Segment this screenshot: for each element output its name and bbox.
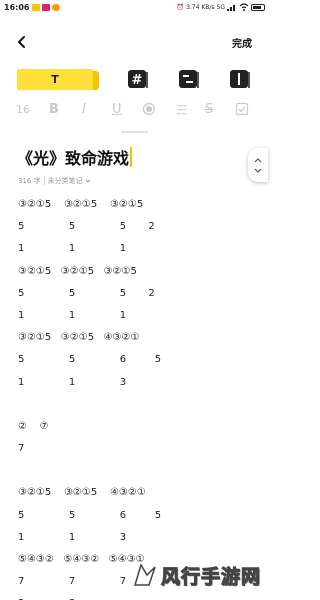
app-notification-icon [52, 3, 61, 11]
status-time: 16:06 [4, 2, 30, 12]
italic-button[interactable]: I [82, 100, 86, 118]
note-line: 1 1 3 [18, 531, 127, 543]
signal-icon [227, 5, 235, 11]
scroll-handle[interactable] [248, 148, 268, 182]
svg-text:#: # [132, 73, 143, 88]
meta-divider [43, 177, 45, 185]
note-title-text: 《光》致命游戏 [17, 149, 130, 168]
battery-icon [251, 3, 265, 11]
bullet-list-icon[interactable] [175, 100, 189, 118]
wifi-icon [239, 3, 249, 11]
heading-icon[interactable]: # [127, 69, 148, 89]
note-line: 1 1 1 [18, 309, 127, 321]
list-format-icon[interactable] [178, 69, 199, 89]
note-line: ③②①5 ③②①5 ④③②① [18, 487, 146, 499]
note-line: 5 5 5 2 [18, 221, 155, 233]
note-line: 1 1 1 [18, 243, 127, 255]
note-line: 7 [18, 443, 25, 455]
word-count: 316 字 [18, 177, 41, 185]
bold-button[interactable]: B [49, 100, 59, 118]
format-toolbar: 16 B I U S [0, 98, 269, 120]
network-label: 5G [216, 3, 225, 11]
alarm-icon: ⏰ [176, 3, 185, 11]
text-style-button[interactable]: T [17, 69, 99, 90]
note-meta: 316 字 未分类笔记 [18, 176, 91, 186]
note-line: 1 1 3 [18, 376, 127, 388]
chevron-up-icon[interactable] [254, 157, 262, 163]
done-button[interactable]: 完成 [232, 35, 252, 50]
app-notification-icon [42, 3, 51, 11]
category-selector[interactable]: 未分类笔记 [48, 176, 83, 186]
editor-toolbar: T # [0, 66, 269, 94]
note-line: 5 5 5 2 [18, 287, 155, 299]
note-title[interactable]: 《光》致命游戏 [17, 145, 133, 169]
note-line: ③②①5 ③②①5 ④③②① [18, 332, 140, 344]
note-line: 5 5 6 5 [18, 509, 162, 521]
note-line: 3 3 [18, 593, 258, 600]
status-bar: 16:06 ⏰ 3.74 KB/s 5G [0, 0, 269, 14]
text-color-icon[interactable] [142, 100, 156, 118]
note-line: ② ⑦ [18, 420, 49, 432]
note-line [18, 460, 258, 482]
underline-button[interactable]: U [112, 100, 122, 118]
back-arrow-icon[interactable] [14, 34, 30, 50]
chevron-down-icon[interactable] [254, 168, 262, 173]
note-body[interactable]: ③②①5 ③②①5 ③②①5 5 5 5 2 1 1 1 ③②①5 ③②①5 ③②①5… [18, 194, 258, 600]
text-cursor [130, 147, 133, 167]
nav-bar: 完成 [0, 30, 269, 54]
font-size-button[interactable]: 16 [16, 100, 30, 118]
note-line: ③②①5 ③②①5 ③②①5 [18, 199, 144, 210]
text-style-label: T [17, 69, 93, 90]
app-notification-icon [32, 3, 41, 11]
watermark-logo-icon [133, 563, 156, 586]
note-line: 5 5 6 5 [18, 354, 162, 366]
status-right: ⏰ 3.74 KB/s 5G [177, 3, 265, 11]
note-line: ③②①5 ③②①5 ③②①5 [18, 265, 137, 277]
watermark-text: 风行手游网 [160, 565, 262, 588]
strikethrough-button[interactable]: S [205, 100, 213, 118]
net-speed: 3.74 KB/s [186, 3, 215, 11]
layout-icon[interactable] [229, 69, 250, 89]
checkbox-icon[interactable] [235, 100, 249, 118]
note-line [18, 394, 258, 416]
toolbar-collapse-handle[interactable] [121, 131, 148, 133]
chevron-down-icon[interactable] [85, 178, 91, 184]
watermark: 风行手游网 [131, 560, 267, 590]
